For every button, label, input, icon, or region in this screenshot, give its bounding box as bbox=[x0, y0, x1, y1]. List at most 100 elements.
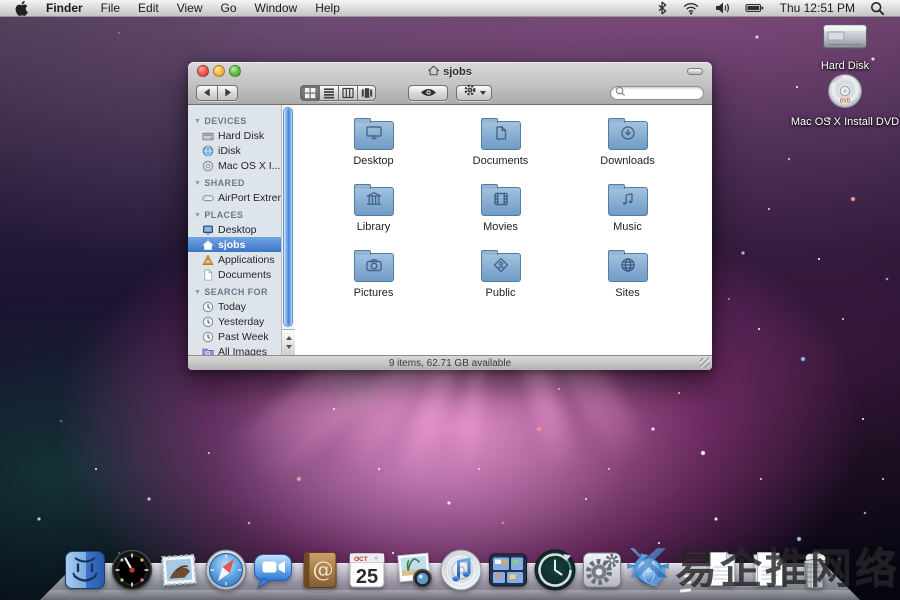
sidebar-item-desktop[interactable]: Desktop bbox=[188, 222, 281, 237]
disclosure-triangle-icon[interactable]: ▼ bbox=[194, 212, 201, 219]
sidebar-item-label: Hard Disk bbox=[218, 130, 264, 142]
status-bar: 9 items, 62.71 GB available bbox=[188, 355, 712, 370]
dock-item-address-book[interactable]: @ bbox=[297, 547, 343, 593]
apple-menu[interactable] bbox=[8, 0, 37, 16]
disclosure-triangle-icon[interactable]: ▼ bbox=[194, 289, 201, 296]
action-menu-button[interactable] bbox=[456, 85, 492, 101]
monitor-emblem-icon bbox=[364, 125, 384, 146]
dock-item-software-update[interactable] bbox=[626, 547, 672, 593]
dock-item-itunes[interactable] bbox=[438, 547, 484, 593]
dock-item-mail[interactable] bbox=[156, 547, 202, 593]
icon-view-button[interactable] bbox=[300, 85, 319, 101]
sidebar-item-hard-disk[interactable]: Hard Disk bbox=[188, 128, 281, 143]
sidebar-item-sjobs[interactable]: sjobs bbox=[188, 237, 281, 252]
zoom-button[interactable] bbox=[229, 65, 241, 77]
folder-icon bbox=[608, 187, 648, 216]
list-view-button[interactable] bbox=[319, 85, 338, 101]
sidebar-item-past-week[interactable]: Past Week bbox=[188, 329, 281, 344]
dock-item-safari[interactable] bbox=[203, 547, 249, 593]
folder-label: Music bbox=[613, 221, 642, 233]
dock-item-spaces[interactable] bbox=[485, 547, 531, 593]
bluetooth-icon[interactable] bbox=[649, 0, 675, 16]
desktop-icon-hard-disk[interactable]: Hard Disk bbox=[805, 20, 885, 59]
sidebar-item-today[interactable]: Today bbox=[188, 299, 281, 314]
folder-sites[interactable]: Sites bbox=[564, 249, 691, 315]
minimize-button[interactable] bbox=[213, 65, 225, 77]
window-toolbar bbox=[188, 80, 712, 105]
sidebar-item-all-images[interactable]: All Images bbox=[188, 344, 281, 355]
back-button[interactable] bbox=[196, 85, 217, 101]
sidebar-item-label: Today bbox=[218, 301, 246, 313]
folder-label: Movies bbox=[483, 221, 518, 233]
wifi-icon[interactable] bbox=[675, 1, 707, 15]
volume-icon[interactable] bbox=[707, 1, 738, 15]
folder-downloads[interactable]: Downloads bbox=[564, 117, 691, 183]
download-emblem-icon bbox=[618, 125, 638, 146]
search-field[interactable] bbox=[610, 86, 704, 100]
folder-library[interactable]: Library bbox=[310, 183, 437, 249]
sidebar-item-applications[interactable]: Applications bbox=[188, 252, 281, 267]
menu-help[interactable]: Help bbox=[306, 0, 349, 17]
dock: @OCT25 bbox=[0, 530, 900, 600]
menu-edit[interactable]: Edit bbox=[129, 0, 168, 17]
disclosure-triangle-icon[interactable]: ▼ bbox=[194, 180, 201, 187]
menu-view[interactable]: View bbox=[168, 0, 212, 17]
dock-item-system-preferences[interactable] bbox=[579, 547, 625, 593]
menu-go[interactable]: Go bbox=[212, 0, 246, 17]
dock-item-ichat[interactable] bbox=[250, 547, 296, 593]
toolbar-toggle-button[interactable] bbox=[687, 68, 703, 75]
sidebar-item-label: Desktop bbox=[218, 224, 257, 236]
search-input[interactable] bbox=[628, 87, 698, 98]
sidebar-item-mac-os-x-i[interactable]: Mac OS X I... bbox=[188, 158, 281, 173]
sidebar-item-label: Past Week bbox=[218, 331, 269, 343]
menu-finder[interactable]: Finder bbox=[37, 0, 92, 17]
disclosure-triangle-icon[interactable]: ▼ bbox=[194, 118, 201, 125]
menu-file[interactable]: File bbox=[92, 0, 129, 17]
dock-item-trash[interactable] bbox=[792, 547, 838, 593]
note-emblem-icon bbox=[618, 191, 638, 212]
scrollbar-arrows bbox=[282, 329, 295, 355]
dock-item-iphoto[interactable] bbox=[391, 547, 437, 593]
svg-text:25: 25 bbox=[356, 566, 378, 588]
menu-bar: FinderFileEditViewGoWindowHelp Thu 12:51… bbox=[0, 0, 900, 17]
building-emblem-icon bbox=[364, 191, 384, 212]
folder-documents[interactable]: Documents bbox=[437, 117, 564, 183]
menu-bar-clock[interactable]: Thu 12:51 PM bbox=[772, 1, 863, 15]
scroll-up-arrow[interactable] bbox=[286, 336, 292, 340]
sidebar-item-yesterday[interactable]: Yesterday bbox=[188, 314, 281, 329]
forward-button[interactable] bbox=[217, 85, 238, 101]
window-titlebar[interactable]: sjobs bbox=[188, 62, 712, 80]
spotlight-icon[interactable] bbox=[863, 1, 892, 16]
sidebar: ▼DEVICESHard DiskiDiskMac OS X I...▼SHAR… bbox=[188, 105, 281, 355]
desktop-icon-area: Hard Disk DVDMac OS X Install DVD bbox=[805, 20, 885, 129]
dock-item-ical[interactable]: OCT25 bbox=[344, 547, 390, 593]
column-view-button[interactable] bbox=[338, 85, 357, 101]
dock-item-finder[interactable] bbox=[62, 547, 108, 593]
sidebar-item-label: Yesterday bbox=[218, 316, 264, 328]
sidebar-item-idisk[interactable]: iDisk bbox=[188, 143, 281, 158]
folder-icon bbox=[608, 121, 648, 150]
menu-window[interactable]: Window bbox=[246, 0, 307, 17]
sidebar-item-documents[interactable]: Documents bbox=[188, 267, 281, 282]
folder-desktop[interactable]: Desktop bbox=[310, 117, 437, 183]
coverflow-view-button[interactable] bbox=[357, 85, 376, 101]
folder-movies[interactable]: Movies bbox=[437, 183, 564, 249]
folder-pictures[interactable]: Pictures bbox=[310, 249, 437, 315]
sidebar-item-label: All Images bbox=[218, 346, 267, 356]
dock-item-downloads-stack[interactable] bbox=[745, 547, 791, 593]
battery-icon[interactable] bbox=[738, 1, 772, 15]
quick-look-button[interactable] bbox=[408, 85, 448, 101]
close-button[interactable] bbox=[197, 65, 209, 77]
dock-item-dashboard[interactable] bbox=[109, 547, 155, 593]
search-icon bbox=[615, 84, 626, 102]
dock-item-time-machine[interactable] bbox=[532, 547, 578, 593]
sidebar-section-places: ▼PLACES bbox=[188, 205, 281, 222]
desktop-icon-mac-os-x-install-dvd[interactable]: DVDMac OS X Install DVD bbox=[805, 73, 885, 115]
folder-music[interactable]: Music bbox=[564, 183, 691, 249]
folder-public[interactable]: Public bbox=[437, 249, 564, 315]
scrollbar-thumb[interactable] bbox=[283, 107, 293, 327]
scroll-down-arrow[interactable] bbox=[286, 345, 292, 349]
dock-item-documents-stack[interactable] bbox=[698, 547, 744, 593]
resize-grip[interactable] bbox=[700, 358, 710, 368]
sidebar-item-airport-extreme[interactable]: AirPort Extreme bbox=[188, 190, 281, 205]
